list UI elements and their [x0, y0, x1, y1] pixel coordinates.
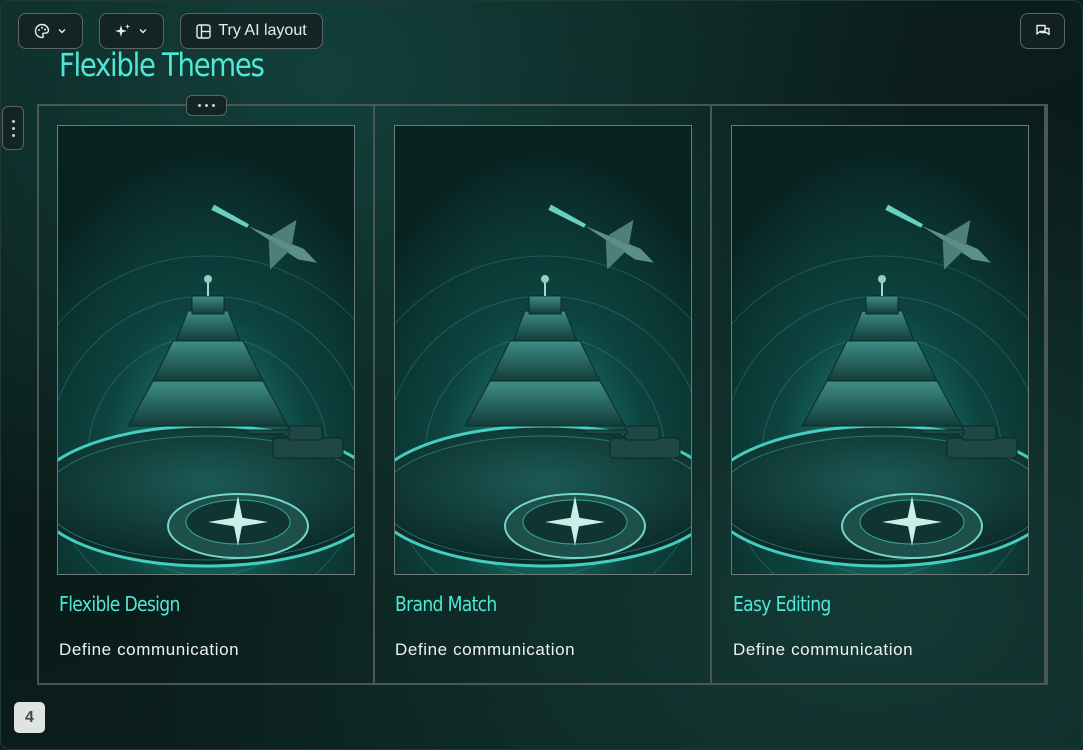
- cards-grid: Flexible Design Define communication Bra…: [37, 104, 1048, 685]
- sparkle-icon: [115, 23, 131, 39]
- block-drag-handle[interactable]: [2, 106, 24, 150]
- card-description[interactable]: Define communication: [395, 640, 575, 660]
- try-ai-layout-button[interactable]: Try AI layout: [180, 13, 323, 49]
- chevron-down-icon: [57, 26, 67, 36]
- card-title[interactable]: Easy Editing: [733, 592, 831, 616]
- chevron-down-icon: [138, 26, 148, 36]
- try-ai-layout-label: Try AI layout: [218, 22, 307, 39]
- comment-icon: [1035, 23, 1051, 39]
- palette-icon: [34, 23, 50, 39]
- card-title[interactable]: Flexible Design: [59, 592, 180, 616]
- ai-magic-button[interactable]: [99, 13, 164, 49]
- slide-title[interactable]: Flexible Themes: [59, 46, 265, 84]
- card-image[interactable]: [394, 125, 692, 575]
- theme-button[interactable]: [18, 13, 83, 49]
- layout-icon: [196, 23, 212, 39]
- card-title[interactable]: Brand Match: [395, 592, 497, 616]
- card-description[interactable]: Define communication: [59, 640, 239, 660]
- page-number-badge: 4: [14, 702, 45, 733]
- column-drag-handle[interactable]: [186, 95, 227, 116]
- card-brand-match[interactable]: Brand Match Define communication: [375, 106, 712, 683]
- card-description[interactable]: Define communication: [733, 640, 913, 660]
- card-image[interactable]: [57, 125, 355, 575]
- comments-button[interactable]: [1020, 13, 1065, 49]
- card-easy-editing[interactable]: Easy Editing Define communication: [712, 106, 1046, 683]
- card-flexible-design[interactable]: Flexible Design Define communication: [39, 106, 375, 683]
- card-image[interactable]: [731, 125, 1029, 575]
